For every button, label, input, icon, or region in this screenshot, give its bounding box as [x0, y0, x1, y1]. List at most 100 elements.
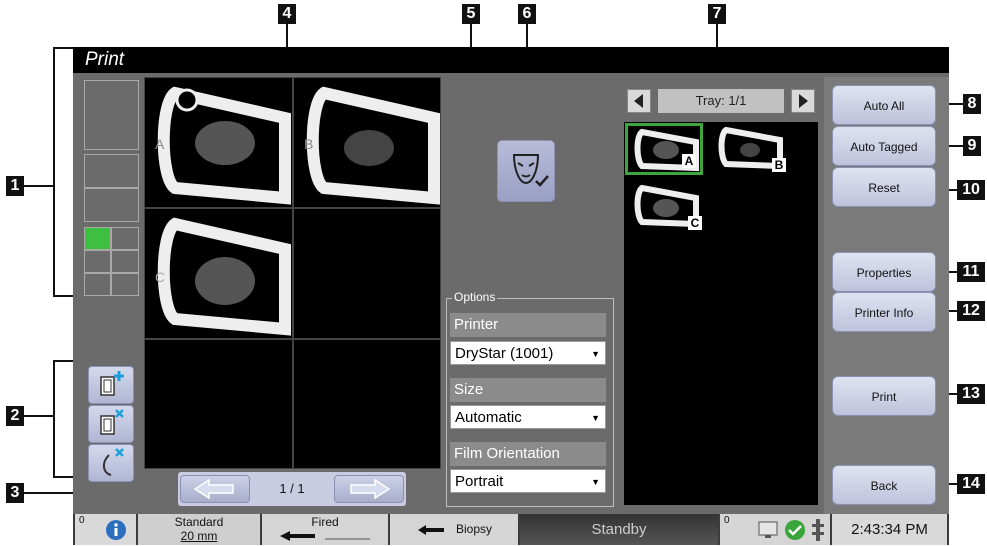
printer-value: DryStar (1001): [455, 345, 554, 362]
breast-image-icon: [157, 86, 291, 205]
chevron-down-icon: ▼: [591, 349, 600, 359]
callout-1-line: [24, 185, 54, 187]
face-check-icon: [512, 154, 549, 187]
print-button[interactable]: Print: [832, 376, 936, 416]
callout-1-bracket: [53, 47, 55, 297]
callout-2-bracket-bottom: [53, 476, 73, 478]
tray-label: Tray: 1/1: [658, 89, 784, 113]
reset-button[interactable]: Reset: [832, 167, 936, 207]
film-cell[interactable]: C: [144, 208, 293, 339]
add-film-button[interactable]: [88, 366, 134, 404]
tray-thumbnail[interactable]: A: [625, 123, 703, 175]
layout-four-selected[interactable]: [84, 227, 111, 250]
film-cell[interactable]: [293, 339, 441, 469]
layout-four-cell[interactable]: [111, 250, 139, 273]
callout-8: 8: [963, 94, 981, 114]
properties-button[interactable]: Properties: [832, 252, 936, 292]
layout-two-top[interactable]: [84, 154, 139, 188]
delete-image-button[interactable]: [88, 444, 134, 482]
callout-6: 6: [518, 4, 536, 24]
layout-four-cell[interactable]: [84, 250, 111, 273]
orientation-select[interactable]: Portrait ▼: [450, 469, 606, 493]
paddle-name: Standard: [174, 515, 224, 529]
callout-2: 2: [6, 406, 24, 426]
size-select[interactable]: Automatic ▼: [450, 405, 606, 429]
delete-film-icon: [100, 409, 124, 435]
film-letter-a: A: [155, 136, 165, 152]
auto-tagged-button[interactable]: Auto Tagged: [832, 126, 936, 166]
back-button[interactable]: Back: [832, 465, 936, 505]
biopsy-segment[interactable]: Biopsy: [390, 514, 518, 545]
thumbnail-label: B: [772, 158, 786, 172]
film-preview[interactable]: A B C: [144, 77, 441, 469]
delete-film-button[interactable]: [88, 405, 134, 443]
image-tray[interactable]: [624, 122, 818, 505]
printer-select[interactable]: DryStar (1001) ▼: [450, 341, 606, 365]
fired-segment[interactable]: Fired: [262, 514, 388, 545]
callout-2-bracket-top: [53, 360, 73, 362]
window-title: Print: [73, 47, 949, 73]
arrow-right-icon: [350, 478, 391, 500]
patient-info-button[interactable]: [497, 140, 555, 202]
callout-2-line: [24, 415, 54, 417]
callout-5: 5: [462, 4, 480, 24]
callout-1-bracket-top: [53, 47, 73, 49]
printer-info-button[interactable]: Printer Info: [832, 292, 936, 332]
film-cell[interactable]: [144, 339, 293, 469]
breast-image-icon: [157, 217, 291, 336]
chevron-down-icon: ▼: [591, 413, 600, 423]
auto-all-button[interactable]: Auto All: [832, 85, 936, 125]
layout-four-cell[interactable]: [84, 273, 111, 296]
callout-13: 13: [957, 384, 985, 404]
page-indicator: 1 / 1: [279, 481, 305, 496]
breast-image-icon: [306, 86, 440, 205]
previous-film-button[interactable]: [180, 475, 250, 503]
film-letter-b: B: [304, 136, 314, 152]
callout-12: 12: [957, 301, 985, 321]
film-letter-c: C: [155, 269, 166, 285]
film-cell[interactable]: A: [144, 77, 293, 208]
next-film-button[interactable]: [334, 475, 404, 503]
layout-two-bottom[interactable]: [84, 188, 139, 222]
thumbnail-label: C: [688, 216, 702, 230]
biopsy-icon: [418, 525, 444, 535]
check-circle-icon: [785, 520, 805, 540]
tube-count: 0: [724, 515, 730, 526]
callout-2-bracket: [53, 360, 55, 478]
tray-previous-button[interactable]: [627, 89, 651, 113]
size-label: Size: [450, 378, 606, 402]
delete-image-icon: [103, 448, 124, 476]
triangle-left-icon: [634, 94, 643, 108]
printer-label: Printer: [450, 313, 606, 337]
tube-segment[interactable]: 0: [720, 514, 830, 545]
tray-thumbnail[interactable]: B: [712, 124, 790, 176]
alarm-count: 0: [79, 515, 85, 526]
info-icon: [106, 520, 126, 540]
orientation-value: Portrait: [455, 473, 504, 490]
triangle-right-icon: [799, 94, 808, 108]
film-cell[interactable]: [293, 208, 441, 339]
callout-1: 1: [6, 176, 24, 196]
size-value: Automatic: [455, 409, 522, 426]
film-cell[interactable]: B: [293, 77, 441, 208]
options-legend: Options: [452, 290, 498, 304]
orientation-label: Film Orientation: [450, 442, 606, 466]
callout-4: 4: [278, 4, 296, 24]
thumbnail-label: A: [682, 154, 696, 168]
monitor-icon: [758, 521, 778, 538]
callout-14: 14: [957, 474, 985, 494]
paddle-size: 20 mm: [180, 529, 218, 543]
arrow-left-icon: [193, 478, 234, 500]
callout-7: 7: [708, 4, 726, 24]
layout-four-cell[interactable]: [111, 227, 139, 250]
paddle-segment[interactable]: Standard 20 mm: [138, 514, 260, 545]
clock: 2:43:34 PM: [832, 514, 947, 545]
fired-label: Fired: [311, 515, 339, 529]
add-film-icon: [100, 371, 124, 396]
info-segment[interactable]: 0: [75, 514, 136, 545]
tray-thumbnail[interactable]: C: [628, 182, 706, 234]
layout-single[interactable]: [84, 80, 139, 150]
biopsy-label: Biopsy: [456, 522, 493, 536]
tray-next-button[interactable]: [791, 89, 815, 113]
layout-four-cell[interactable]: [111, 273, 139, 296]
